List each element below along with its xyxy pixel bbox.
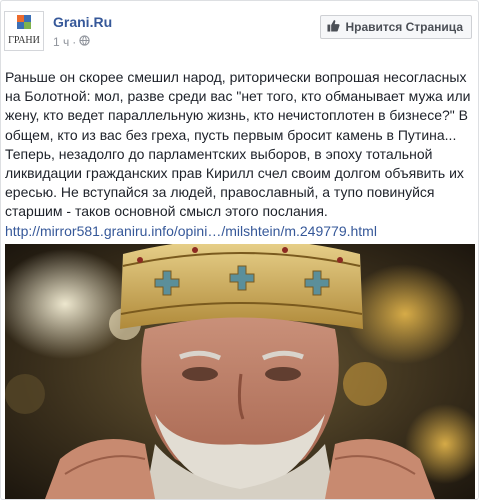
- post-photo[interactable]: [5, 244, 475, 499]
- avatar-text: ГРАНИ: [8, 35, 40, 46]
- post-text: Раньше он скорее смешил народ, риторичес…: [5, 69, 471, 220]
- post-meta: 1 ч ·: [53, 35, 90, 49]
- thumbs-up-icon: [327, 19, 345, 35]
- like-page-label: Нравится Страница: [345, 20, 463, 34]
- page-avatar[interactable]: ГРАНИ: [4, 11, 44, 51]
- post-header: ГРАНИ Grani.Ru 1 ч · Нравится Страница: [1, 1, 478, 63]
- globe-icon[interactable]: [79, 35, 90, 49]
- meta-separator: ·: [72, 35, 77, 49]
- post-link[interactable]: http://mirror581.graniru.info/opini…/mil…: [5, 222, 471, 241]
- like-page-button[interactable]: Нравится Страница: [320, 15, 472, 39]
- post-time[interactable]: 1 ч: [53, 35, 69, 49]
- facebook-post: ГРАНИ Grani.Ru 1 ч · Нравится Страница Р…: [0, 0, 479, 500]
- page-name-link[interactable]: Grani.Ru: [53, 14, 112, 30]
- post-body: Раньше он скорее смешил народ, риторичес…: [5, 68, 471, 241]
